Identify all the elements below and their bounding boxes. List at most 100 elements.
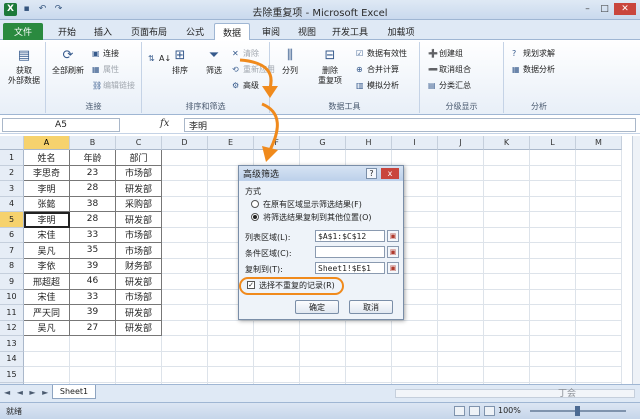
row-header[interactable]: 9 bbox=[0, 274, 24, 290]
grid-cell[interactable] bbox=[116, 336, 162, 352]
grid-cell[interactable] bbox=[576, 196, 622, 212]
grid-cell[interactable] bbox=[484, 227, 530, 243]
table-cell[interactable]: 吴凡 bbox=[24, 320, 70, 336]
grid-cell[interactable] bbox=[484, 320, 530, 336]
table-cell[interactable]: 李明 bbox=[24, 212, 70, 228]
table-header-cell[interactable]: 姓名 bbox=[24, 150, 70, 166]
grid-cell[interactable] bbox=[530, 165, 576, 181]
grid-cell[interactable] bbox=[530, 320, 576, 336]
grid-cell[interactable] bbox=[162, 351, 208, 367]
row-header[interactable]: 13 bbox=[0, 336, 24, 352]
table-cell[interactable]: 市场部 bbox=[116, 165, 162, 181]
column-header-g[interactable]: G bbox=[300, 136, 346, 150]
grid-cell[interactable] bbox=[484, 150, 530, 166]
column-header-e[interactable]: E bbox=[208, 136, 254, 150]
grid-cell[interactable] bbox=[484, 305, 530, 321]
criteria-range-input[interactable] bbox=[315, 246, 385, 258]
grid-cell[interactable] bbox=[162, 274, 208, 290]
row-header[interactable]: 2 bbox=[0, 165, 24, 181]
grid-cell[interactable] bbox=[438, 150, 484, 166]
column-header-k[interactable]: K bbox=[484, 136, 530, 150]
grid-cell[interactable] bbox=[484, 274, 530, 290]
horizontal-scrollbar[interactable] bbox=[395, 389, 635, 398]
grid-cell[interactable] bbox=[530, 274, 576, 290]
grid-cell[interactable] bbox=[300, 336, 346, 352]
grid-cell[interactable] bbox=[254, 351, 300, 367]
grid-cell[interactable] bbox=[576, 274, 622, 290]
grid-cell[interactable] bbox=[576, 227, 622, 243]
table-cell[interactable]: 宋佳 bbox=[24, 289, 70, 305]
grid-cell[interactable] bbox=[300, 367, 346, 383]
edit-links-button[interactable]: ⛓ 编辑链接 bbox=[92, 80, 135, 91]
column-header-l[interactable]: L bbox=[530, 136, 576, 150]
grid-cell[interactable] bbox=[530, 289, 576, 305]
tab-insert[interactable]: 插入 bbox=[86, 23, 120, 40]
table-cell[interactable]: 市场部 bbox=[116, 243, 162, 259]
tab-page-layout[interactable]: 页面布局 bbox=[124, 23, 174, 40]
grid-cell[interactable] bbox=[208, 320, 254, 336]
table-cell[interactable]: 33 bbox=[70, 289, 116, 305]
grid-cell[interactable] bbox=[162, 336, 208, 352]
range-picker-icon[interactable]: ▣ bbox=[387, 246, 399, 258]
tab-addins[interactable]: 加载项 bbox=[380, 23, 422, 40]
tab-formulas[interactable]: 公式 bbox=[178, 23, 212, 40]
grid-cell[interactable] bbox=[162, 289, 208, 305]
row-header[interactable]: 4 bbox=[0, 196, 24, 212]
grid-cell[interactable] bbox=[484, 196, 530, 212]
row-header[interactable]: 8 bbox=[0, 258, 24, 274]
table-cell[interactable]: 研发部 bbox=[116, 212, 162, 228]
reapply-button[interactable]: ⟲ 重新应用 bbox=[232, 64, 275, 75]
grid-cell[interactable] bbox=[438, 305, 484, 321]
grid-cell[interactable] bbox=[438, 227, 484, 243]
grid-cell[interactable] bbox=[254, 336, 300, 352]
grid-cell[interactable] bbox=[254, 367, 300, 383]
grid-cell[interactable] bbox=[576, 305, 622, 321]
what-if-button[interactable]: ▥ 模拟分析 bbox=[356, 80, 399, 91]
grid-cell[interactable] bbox=[576, 181, 622, 197]
column-header-h[interactable]: H bbox=[346, 136, 392, 150]
grid-cell[interactable] bbox=[116, 367, 162, 383]
grid-cell[interactable] bbox=[530, 351, 576, 367]
clear-filter-button[interactable]: ✕ 清除 bbox=[232, 48, 259, 59]
remove-duplicates-button[interactable]: ⊟ 删除 重复项 bbox=[310, 46, 350, 86]
page-layout-view-icon[interactable] bbox=[469, 406, 480, 416]
row-header[interactable]: 5 bbox=[0, 212, 24, 228]
grid-cell[interactable] bbox=[208, 367, 254, 383]
close-icon[interactable]: ✕ bbox=[614, 3, 636, 15]
grid-cell[interactable] bbox=[438, 196, 484, 212]
grid-cell[interactable] bbox=[392, 336, 438, 352]
grid-cell[interactable] bbox=[530, 227, 576, 243]
table-cell[interactable]: 28 bbox=[70, 181, 116, 197]
column-header-c[interactable]: C bbox=[116, 136, 162, 150]
grid-cell[interactable] bbox=[484, 165, 530, 181]
row-header[interactable]: 3 bbox=[0, 181, 24, 197]
grid-cell[interactable] bbox=[530, 305, 576, 321]
table-cell[interactable]: 市场部 bbox=[116, 227, 162, 243]
grid-cell[interactable] bbox=[162, 181, 208, 197]
table-header-cell[interactable]: 年龄 bbox=[70, 150, 116, 166]
grid-cell[interactable] bbox=[70, 367, 116, 383]
radio-in-place[interactable] bbox=[251, 200, 259, 208]
grid-cell[interactable] bbox=[530, 150, 576, 166]
grid-cell[interactable] bbox=[484, 289, 530, 305]
ungroup-button[interactable]: ➖ 取消组合 bbox=[428, 64, 471, 75]
grid-cell[interactable] bbox=[576, 336, 622, 352]
grid-cell[interactable] bbox=[438, 351, 484, 367]
grid-cell[interactable] bbox=[530, 258, 576, 274]
range-picker-icon[interactable]: ▣ bbox=[387, 262, 399, 274]
grid-cell[interactable] bbox=[392, 150, 438, 166]
table-cell[interactable]: 27 bbox=[70, 320, 116, 336]
advanced-filter-button[interactable]: ⚙ 高级 bbox=[232, 80, 259, 91]
grid-cell[interactable] bbox=[346, 150, 392, 166]
column-header-f[interactable]: F bbox=[254, 136, 300, 150]
grid-cell[interactable] bbox=[484, 258, 530, 274]
column-header-m[interactable]: M bbox=[576, 136, 622, 150]
grid-cell[interactable] bbox=[162, 367, 208, 383]
grid-cell[interactable] bbox=[576, 320, 622, 336]
grid-cell[interactable] bbox=[530, 367, 576, 383]
grid-cell[interactable] bbox=[300, 320, 346, 336]
range-picker-icon[interactable]: ▣ bbox=[387, 230, 399, 242]
grid-cell[interactable] bbox=[208, 351, 254, 367]
table-cell[interactable]: 39 bbox=[70, 305, 116, 321]
sort-button[interactable]: ⊞ 排序 bbox=[166, 46, 194, 76]
